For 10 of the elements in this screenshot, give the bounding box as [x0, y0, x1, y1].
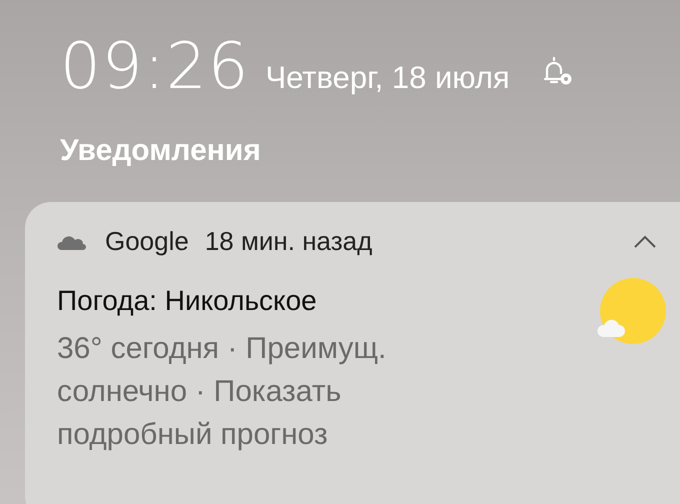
- cloud-icon: [57, 234, 87, 250]
- notification-body: 36° сегодня · Преимущ. солнечно · Показать подробный прогноз: [57, 331, 388, 453]
- notification-title: Погода: Никольское: [57, 285, 318, 317]
- notification-card[interactable]: Google 18 мин. назад Погода: Никольское 36° сегодня · Преимущ. солнечно · Показать подробный прогноз: [25, 202, 680, 504]
- section-title: Уведомления: [60, 134, 262, 168]
- time-ago: 18 мин. назад: [204, 226, 372, 257]
- chevron-up-icon[interactable]: [633, 234, 657, 248]
- clock-time: 09:26: [60, 30, 250, 104]
- app-name: Google: [105, 226, 189, 257]
- date-text: Четверг, 18 июля: [265, 60, 510, 96]
